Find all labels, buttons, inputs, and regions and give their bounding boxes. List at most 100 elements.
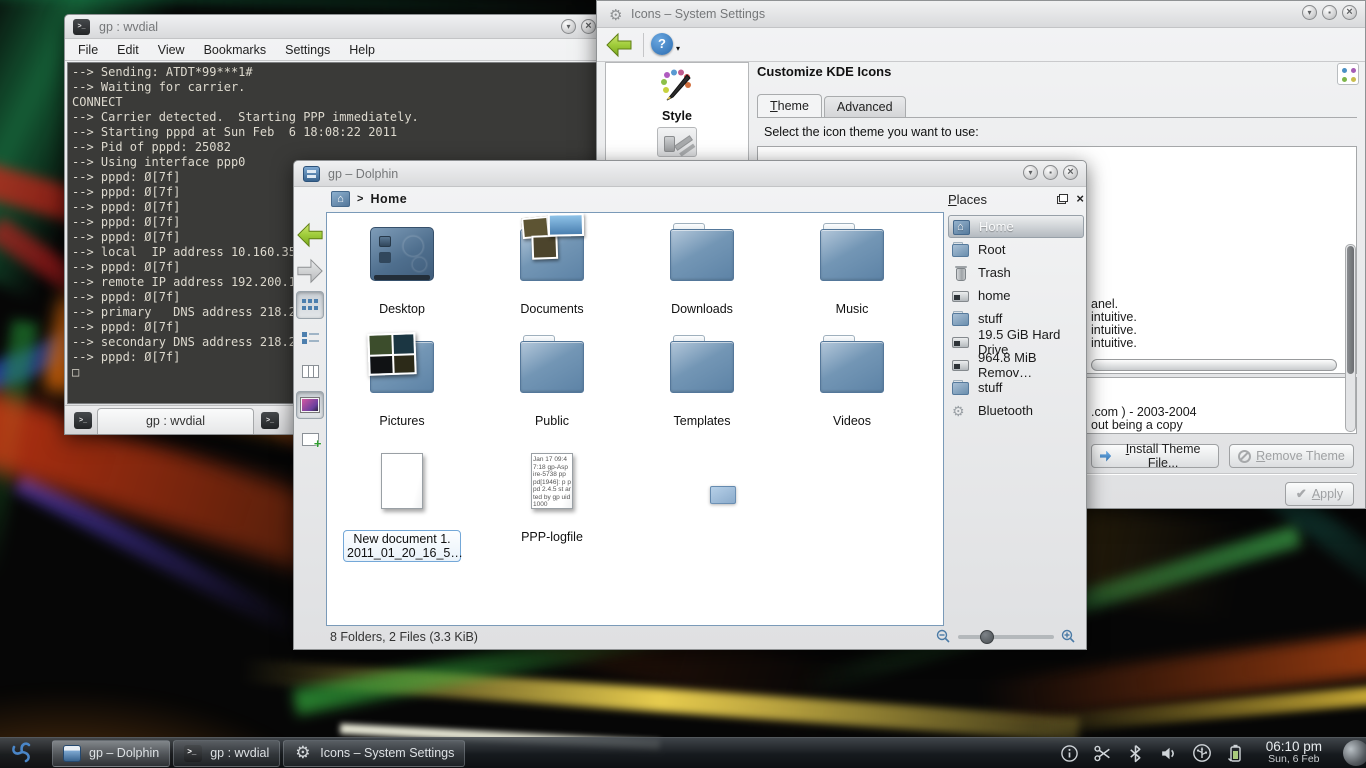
- file-item[interactable]: Pictures: [327, 325, 477, 437]
- file-item[interactable]: Videos: [777, 325, 927, 437]
- klipper-scissors-icon[interactable]: [1093, 743, 1113, 763]
- file-icon: [370, 229, 434, 281]
- launcher-logo-icon: [9, 740, 35, 766]
- file-item[interactable]: Downloads: [627, 213, 777, 325]
- menu-item[interactable]: File: [78, 43, 98, 57]
- file-item[interactable]: Documents: [477, 213, 627, 325]
- minimize-button[interactable]: [561, 19, 576, 34]
- close-button[interactable]: [1063, 165, 1078, 180]
- terminal-line: CONNECT: [72, 95, 601, 110]
- back-button[interactable]: [605, 32, 633, 58]
- taskbar-task[interactable]: gp : wvdial: [173, 740, 280, 767]
- remove-theme-button[interactable]: Remove Theme: [1229, 444, 1354, 468]
- preview-button[interactable]: [296, 391, 324, 419]
- places-item[interactable]: Bluetooth: [948, 399, 1084, 422]
- file-item[interactable]: Public: [477, 325, 627, 437]
- back-button[interactable]: [296, 221, 324, 249]
- places-item[interactable]: home: [948, 284, 1084, 307]
- places-item[interactable]: Root: [948, 238, 1084, 261]
- sidebar-item-style[interactable]: Style: [606, 69, 748, 123]
- settings-tabs: ThemeAdvanced: [757, 94, 908, 117]
- breadcrumb-home[interactable]: Home: [370, 192, 407, 206]
- file-item[interactable]: Jan 17 09:4 7:18 gp-Asp ire-5738 pp pd[1…: [477, 437, 627, 549]
- maximize-button[interactable]: [1043, 165, 1058, 180]
- places-panel: Places × Home Root Trash home: [948, 189, 1084, 624]
- split-view-button[interactable]: [296, 425, 324, 453]
- battery-icon[interactable]: [1225, 743, 1245, 763]
- volume-icon[interactable]: [1159, 743, 1179, 763]
- clock[interactable]: 06:10 pm Sun, 6 Feb: [1258, 740, 1330, 766]
- install-theme-button[interactable]: Install Theme File...: [1091, 444, 1219, 468]
- places-item[interactable]: 964.8 MiB Remov…: [948, 353, 1084, 376]
- help-button[interactable]: ?: [651, 33, 673, 55]
- icons-view-button[interactable]: [296, 291, 324, 319]
- details-view-button[interactable]: [296, 323, 324, 351]
- dolphin-titlebar[interactable]: gp – Dolphin: [294, 161, 1086, 187]
- menu-item[interactable]: Settings: [285, 43, 330, 57]
- menu-item[interactable]: Help: [349, 43, 375, 57]
- dolphin-statusbar: 8 Folders, 2 Files (3.3 KiB): [294, 624, 1086, 649]
- zoom-in-icon[interactable]: [1061, 629, 1076, 644]
- task-icon: [294, 745, 312, 762]
- zoom-slider[interactable]: [958, 635, 1054, 639]
- zoom-slider-handle[interactable]: [980, 630, 994, 644]
- usb-device-icon[interactable]: [1192, 743, 1212, 763]
- menu-item[interactable]: Edit: [117, 43, 139, 57]
- info-icon[interactable]: [1060, 743, 1080, 763]
- theme-about-text: .com ) - 2003-2004out being a copy: [1091, 406, 1197, 432]
- minimize-button[interactable]: [1023, 165, 1038, 180]
- file-icon: [381, 453, 423, 509]
- breadcrumb-separator: >: [357, 193, 363, 205]
- scrollbar-thumb[interactable]: [1347, 246, 1354, 374]
- bluetooth-icon[interactable]: [1126, 743, 1146, 763]
- places-list: Home Root Trash home stuff 19.5 GiB Hard…: [948, 215, 1084, 422]
- menu-item[interactable]: Bookmarks: [204, 43, 267, 57]
- terminal-titlebar[interactable]: >_ gp : wvdial: [65, 15, 604, 39]
- file-label: PPP-logfile: [521, 530, 583, 544]
- places-item[interactable]: Home: [948, 215, 1084, 238]
- menu-item[interactable]: View: [158, 43, 185, 57]
- new-tab-button[interactable]: >_: [74, 412, 92, 429]
- zoom-out-icon[interactable]: [936, 629, 951, 644]
- split-view-icon: [302, 433, 319, 446]
- app-launcher-button[interactable]: [0, 738, 44, 768]
- detach-panel-icon[interactable]: [1057, 194, 1068, 204]
- tools-icon[interactable]: [657, 127, 697, 157]
- tab[interactable]: Theme: [757, 94, 822, 117]
- help-dropdown-caret[interactable]: ▾: [676, 44, 680, 53]
- file-icon: [670, 341, 734, 393]
- file-item[interactable]: Desktop: [327, 213, 477, 325]
- split-tab-button[interactable]: >_: [261, 412, 279, 429]
- terminal-tab[interactable]: gp : wvdial: [97, 408, 254, 434]
- forward-button[interactable]: [296, 257, 324, 285]
- places-item[interactable]: Trash: [948, 261, 1084, 284]
- apply-button[interactable]: ✔ Apply: [1285, 482, 1354, 506]
- place-icon: [952, 311, 970, 327]
- file-item[interactable]: New document 1. 2011_01_20_16_5…: [327, 437, 477, 549]
- module-heading: Customize KDE Icons: [757, 64, 891, 79]
- style-icon: [659, 69, 695, 103]
- minimize-button[interactable]: [1302, 5, 1317, 20]
- panel-cashew-icon[interactable]: [1343, 740, 1366, 766]
- vertical-scrollbar[interactable]: [1345, 244, 1356, 432]
- maximize-button[interactable]: [1322, 5, 1337, 20]
- close-panel-icon[interactable]: ×: [1076, 193, 1084, 205]
- taskbar-task[interactable]: gp – Dolphin: [52, 740, 170, 767]
- terminal-title: gp : wvdial: [99, 20, 158, 34]
- file-item[interactable]: Music: [777, 213, 927, 325]
- columns-view-button[interactable]: [296, 357, 324, 385]
- tab[interactable]: Advanced: [824, 96, 906, 117]
- taskbar-task[interactable]: Icons – System Settings: [283, 740, 465, 767]
- place-icon: [952, 403, 970, 419]
- system-settings-titlebar[interactable]: ⚙ Icons – System Settings: [597, 1, 1365, 28]
- home-folder-icon[interactable]: ⌂: [331, 191, 350, 207]
- theme-list-line: intuitive.: [1091, 337, 1137, 350]
- install-arrow-icon: [1100, 451, 1111, 462]
- sidebar-item-label: Style: [606, 109, 748, 123]
- close-button[interactable]: [581, 19, 596, 34]
- close-button[interactable]: [1342, 5, 1357, 20]
- place-icon: [952, 242, 970, 258]
- horizontal-scrollbar[interactable]: [1091, 359, 1337, 371]
- file-item[interactable]: Templates: [627, 325, 777, 437]
- file-view[interactable]: Desktop Documents Downloads Music Pictur…: [326, 212, 944, 626]
